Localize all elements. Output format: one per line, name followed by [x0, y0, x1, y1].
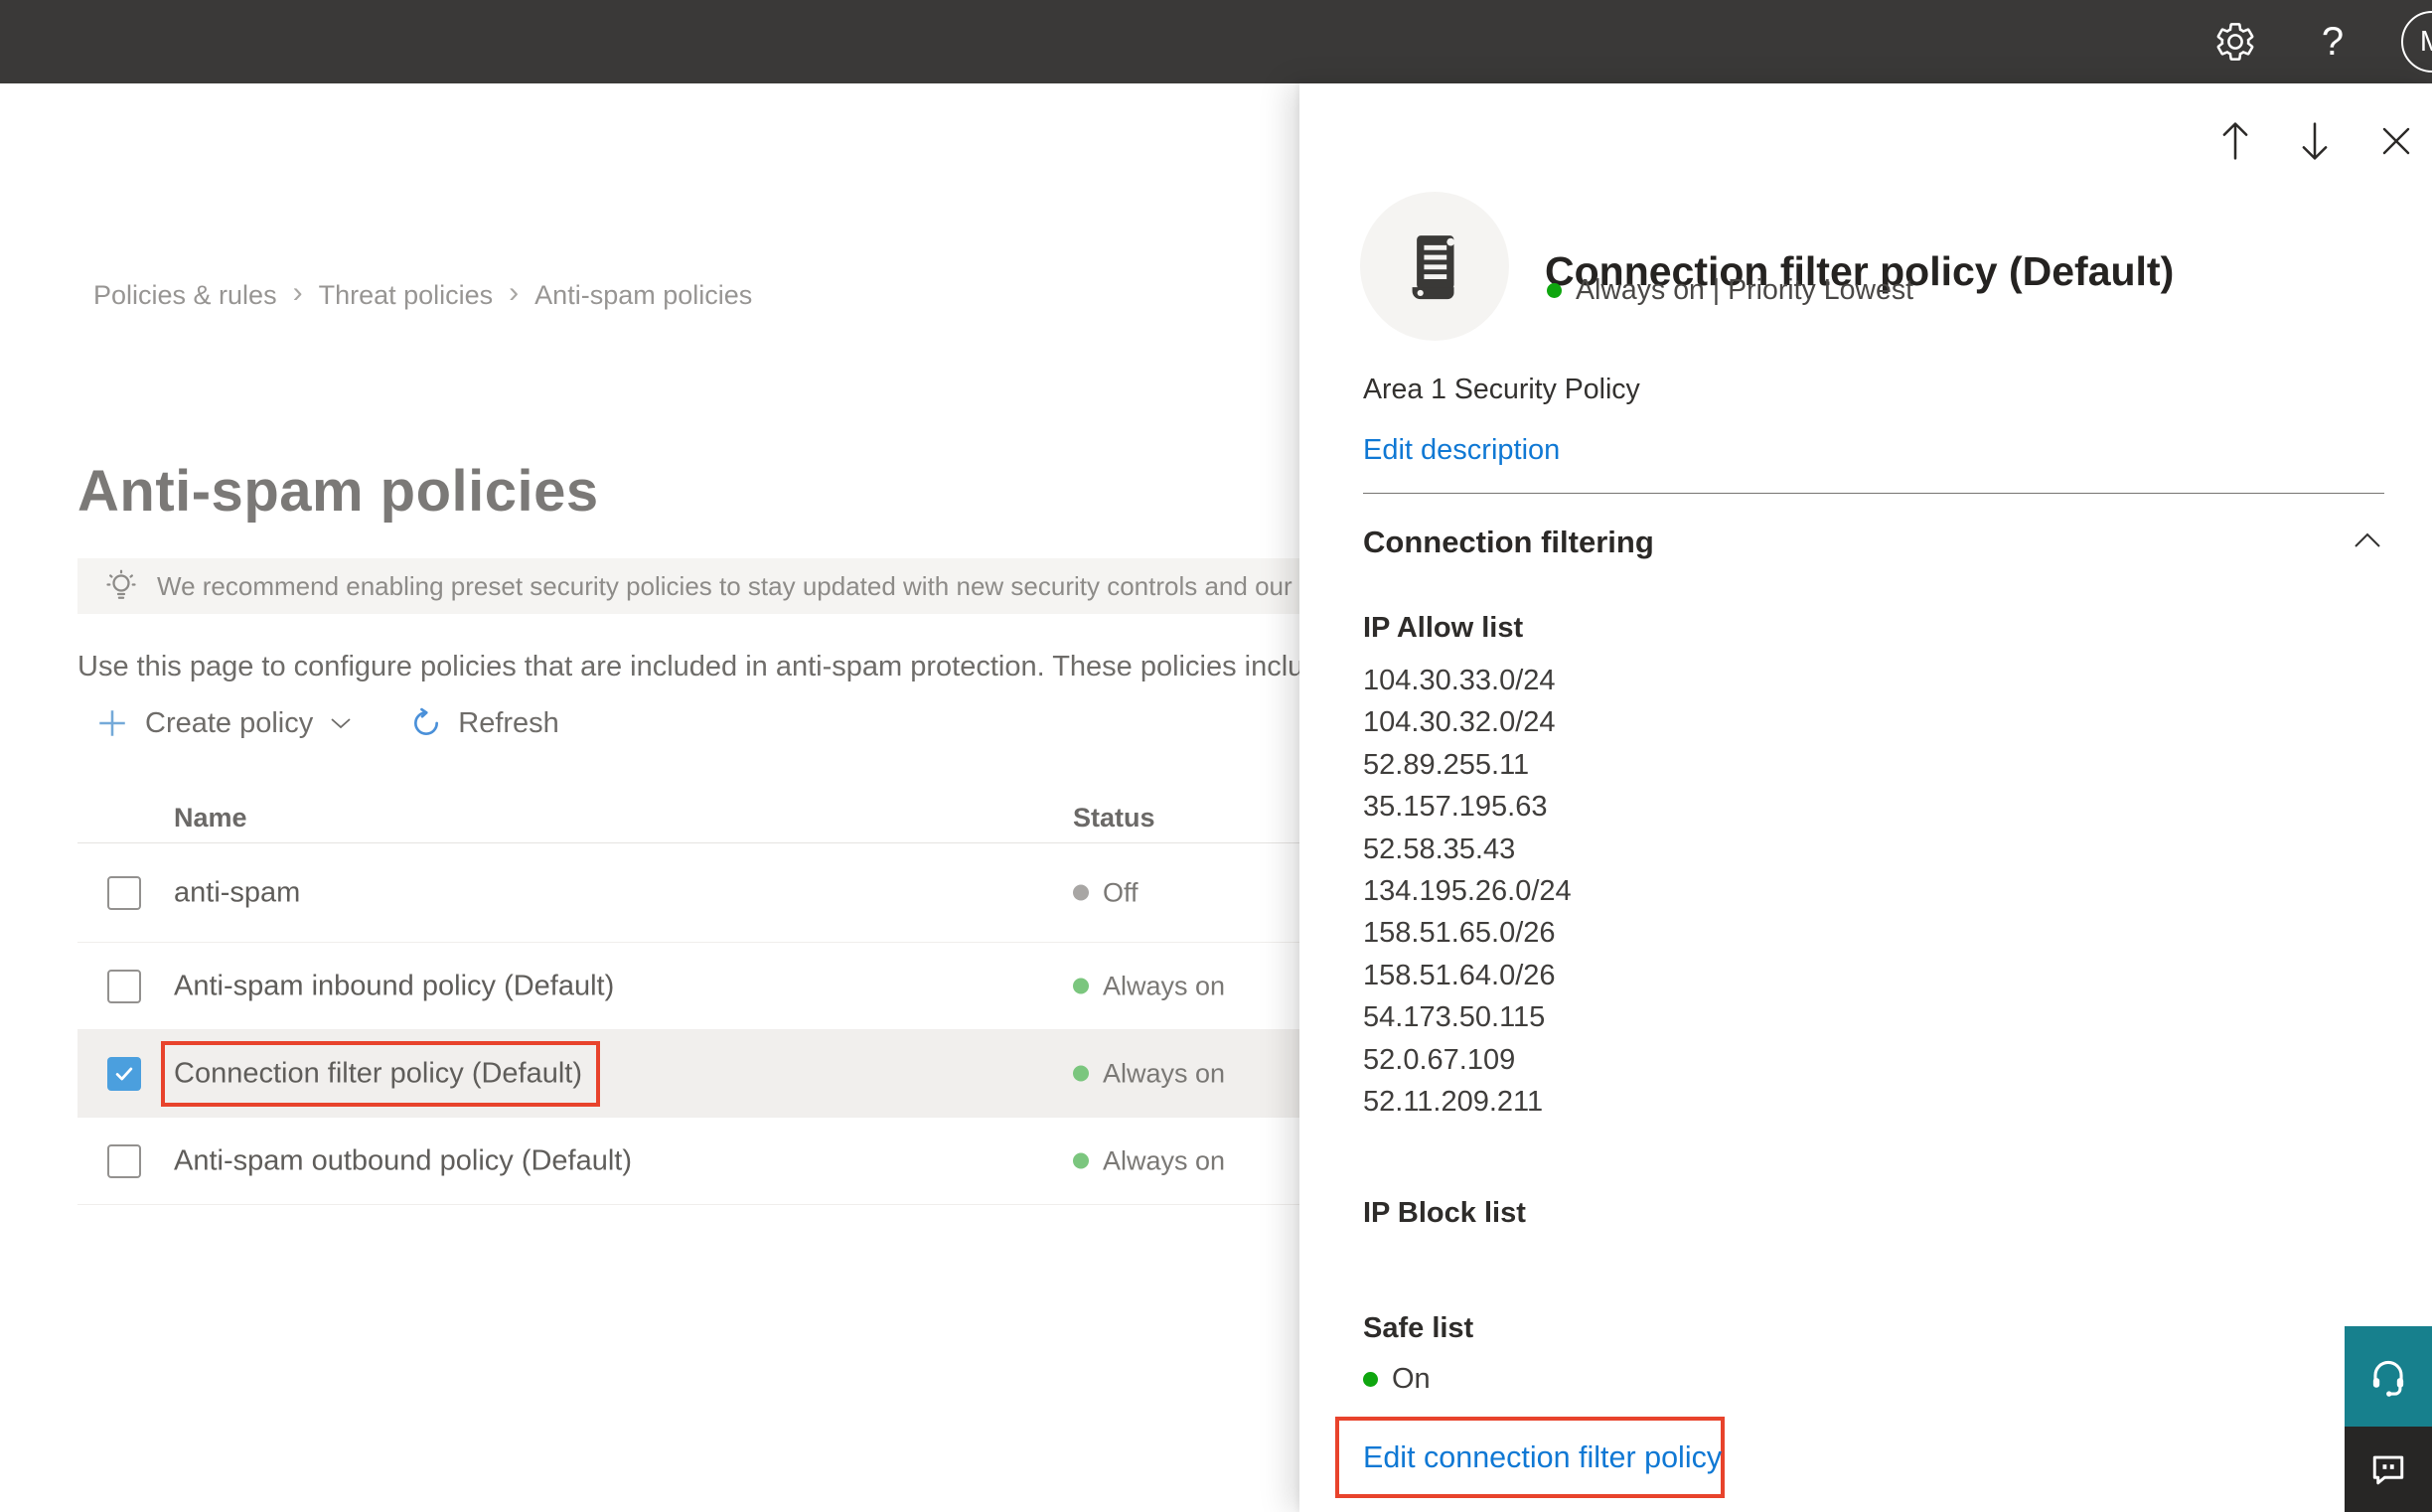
ip-entry: 104.30.33.0/24 — [1363, 665, 1556, 696]
row-checkbox[interactable] — [107, 875, 141, 910]
ip-entry: 134.195.26.0/24 — [1363, 875, 1572, 908]
policy-status: Always on — [1073, 1058, 1225, 1089]
table-row: anti-spam Off — [77, 843, 1299, 943]
breadcrumb-policies-rules[interactable]: Policies & rules — [93, 280, 277, 311]
column-header-name[interactable]: Name — [174, 803, 247, 833]
page-description: Use this page to configure policies that… — [77, 651, 1299, 682]
policies-table: Name Status anti-spam Off Anti-spam inbo… — [77, 791, 1299, 1205]
close-icon[interactable] — [2374, 119, 2418, 163]
page-title: Anti-spam policies — [77, 458, 599, 524]
table-row: Anti-spam outbound policy (Default) Alwa… — [77, 1118, 1299, 1205]
toolbar: Create policy Refresh — [95, 699, 559, 747]
avatar[interactable]: M — [2401, 11, 2432, 73]
policy-status: Always on — [1073, 1145, 1225, 1176]
policy-status: Off — [1073, 877, 1139, 908]
refresh-label: Refresh — [458, 706, 559, 739]
edit-description-link[interactable]: Edit description — [1363, 434, 1560, 467]
connection-filtering-section-header[interactable]: Connection filtering — [1363, 525, 2384, 564]
gear-icon[interactable] — [2211, 18, 2259, 66]
status-dot — [1073, 1152, 1089, 1169]
row-checkbox[interactable] — [107, 1143, 141, 1178]
safe-list-status: On — [1363, 1363, 1431, 1396]
safe-list-label: Safe list — [1363, 1312, 1474, 1344]
refresh-button[interactable]: Refresh — [410, 707, 559, 740]
ip-entry: 52.0.67.109 — [1363, 1043, 1516, 1076]
policy-scroll-icon — [1360, 192, 1509, 341]
table-row: Anti-spam inbound policy (Default) Alway… — [77, 943, 1299, 1030]
banner-text: We recommend enabling preset security po… — [157, 570, 1299, 601]
breadcrumb-threat-policies[interactable]: Threat policies — [319, 280, 494, 311]
breadcrumb-anti-spam-policies: Anti-spam policies — [534, 279, 753, 310]
create-policy-button[interactable]: Create policy — [95, 706, 353, 740]
topbar: ? M — [0, 0, 2432, 83]
policy-name[interactable]: Anti-spam inbound policy (Default) — [174, 970, 614, 1002]
table-row-selected: Connection filter policy (Default) Alway… — [77, 1030, 1299, 1118]
support-button[interactable] — [2345, 1326, 2432, 1427]
breadcrumb: Policies & rules › Threat policies › Ant… — [93, 276, 753, 312]
feedback-button[interactable] — [2345, 1427, 2432, 1512]
policy-details-flyout: Connection filter policy (Default) Alway… — [1299, 83, 2432, 1512]
ip-entry: 158.51.65.0/26 — [1363, 917, 1556, 950]
lightbulb-icon — [103, 568, 139, 604]
ip-entry: 52.89.255.11 — [1363, 748, 1530, 781]
divider — [1363, 493, 2384, 494]
help-icon[interactable]: ? — [2309, 18, 2356, 66]
ip-entry: 52.11.209.211 — [1363, 1086, 1544, 1119]
status-dot — [1547, 283, 1562, 298]
chevron-right-icon: › — [509, 276, 520, 309]
ip-entry: 52.58.35.43 — [1363, 832, 1516, 865]
status-dot — [1073, 884, 1089, 901]
chevron-down-icon — [329, 715, 353, 731]
ip-entry: 158.51.64.0/26 — [1363, 959, 1556, 991]
ip-entry: 35.157.195.63 — [1363, 791, 1548, 824]
column-header-status[interactable]: Status — [1073, 803, 1155, 833]
flyout-status: Always on | Priority Lowest — [1547, 274, 1913, 307]
create-policy-label: Create policy — [145, 706, 314, 739]
policy-status: Always on — [1073, 971, 1225, 1001]
ip-allow-list-label: IP Allow list — [1363, 612, 1524, 644]
plus-icon — [95, 706, 129, 740]
ip-entry: 104.30.32.0/24 — [1363, 706, 1556, 739]
status-dot — [1073, 978, 1089, 994]
table-header: Name Status — [77, 791, 1299, 843]
previous-item-arrow-icon[interactable] — [2213, 119, 2257, 163]
policy-name[interactable]: Anti-spam outbound policy (Default) — [174, 1144, 632, 1177]
policy-name[interactable]: Connection filter policy (Default) — [174, 1057, 582, 1090]
section-title: Connection filtering — [1363, 525, 1654, 559]
headset-icon — [2365, 1354, 2411, 1400]
anti-spam-policies-page: Policies & rules › Threat policies › Ant… — [0, 83, 1299, 1512]
chevron-up-icon — [2353, 530, 2382, 550]
ip-entry: 54.173.50.115 — [1363, 1001, 1546, 1034]
policy-description: Area 1 Security Policy — [1363, 374, 1640, 405]
recommendation-banner: We recommend enabling preset security po… — [77, 558, 1299, 614]
refresh-icon — [410, 707, 442, 739]
row-checkbox-checked[interactable] — [107, 1056, 141, 1091]
policy-name[interactable]: anti-spam — [174, 876, 300, 909]
status-dot — [1363, 1372, 1378, 1387]
next-item-arrow-icon[interactable] — [2293, 119, 2337, 163]
app-root: ? M Policies & rules › Threat policies ›… — [0, 0, 2432, 1512]
feedback-chat-icon — [2366, 1447, 2410, 1491]
chevron-right-icon: › — [292, 276, 303, 309]
status-dot — [1073, 1065, 1089, 1082]
ip-allow-list: 104.30.33.0/24 104.30.32.0/24 52.89.255.… — [1363, 660, 1572, 1123]
ip-block-list-label: IP Block list — [1363, 1197, 1526, 1229]
row-checkbox[interactable] — [107, 969, 141, 1003]
edit-connection-filter-policy-link[interactable]: Edit connection filter policy — [1363, 1440, 1722, 1475]
